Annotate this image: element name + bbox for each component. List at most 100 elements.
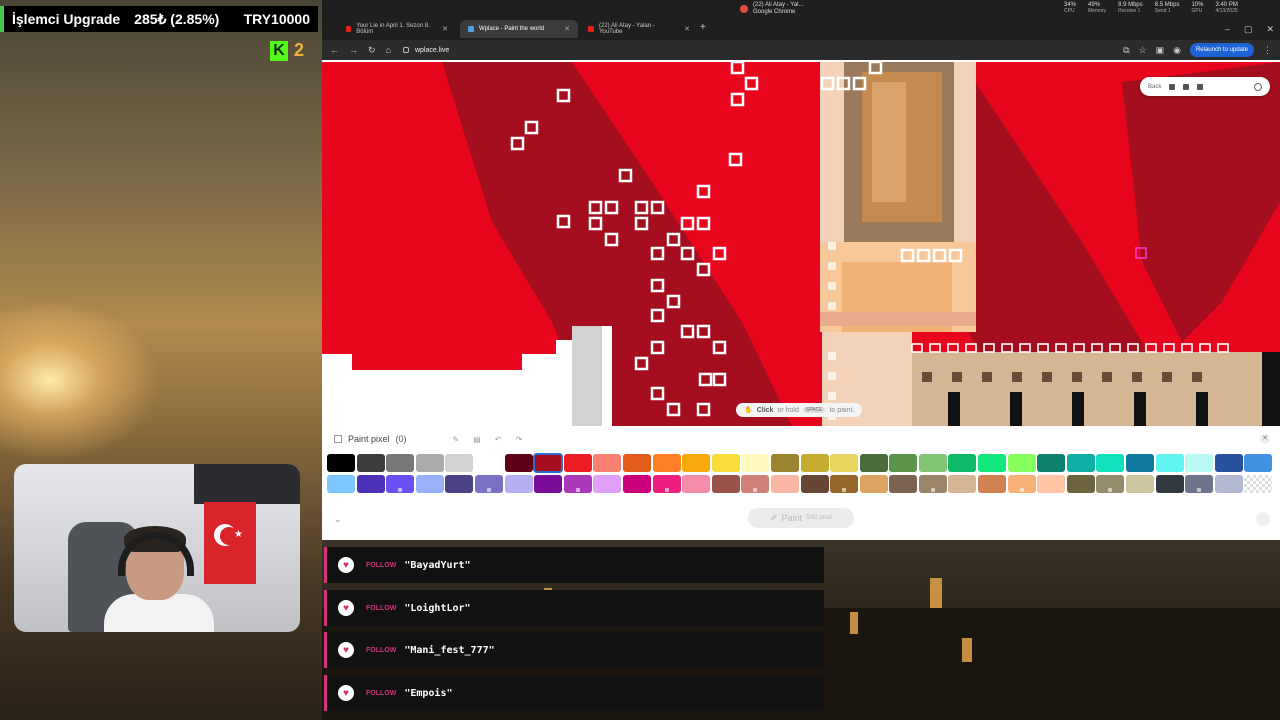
color-swatch[interactable]: [711, 475, 740, 493]
color-swatch[interactable]: [741, 475, 770, 493]
maximize-icon[interactable]: ▢: [1244, 24, 1253, 35]
forward-arrow-icon[interactable]: →: [349, 45, 358, 56]
color-swatch[interactable]: [1155, 454, 1184, 472]
close-icon[interactable]: ✕: [442, 25, 448, 33]
color-swatch[interactable]: [1244, 454, 1273, 472]
color-swatch[interactable]: [386, 475, 415, 493]
settings-icon[interactable]: [1256, 512, 1270, 526]
color-swatch[interactable]: [1214, 454, 1243, 472]
color-swatch[interactable]: [504, 454, 533, 472]
color-swatch[interactable]: [1155, 475, 1184, 493]
palette-icon[interactable]: [1254, 82, 1262, 91]
color-swatch[interactable]: [770, 475, 799, 493]
color-swatch[interactable]: [1244, 475, 1273, 493]
color-swatch[interactable]: [711, 454, 740, 472]
color-swatch[interactable]: [445, 454, 474, 472]
color-swatch[interactable]: [800, 454, 829, 472]
color-swatch[interactable]: [474, 475, 503, 493]
address-bar[interactable]: wplace.live: [402, 47, 449, 54]
color-swatch[interactable]: [386, 454, 415, 472]
color-swatch[interactable]: [1037, 475, 1066, 493]
color-swatch[interactable]: [474, 454, 503, 472]
color-swatch[interactable]: [948, 454, 977, 472]
color-swatch[interactable]: [327, 454, 355, 472]
color-swatch[interactable]: [1126, 454, 1155, 472]
close-panel-icon[interactable]: ✕: [1260, 434, 1270, 444]
color-swatch[interactable]: [1007, 475, 1036, 493]
color-swatch[interactable]: [682, 454, 711, 472]
translate-icon[interactable]: ⧉: [1123, 45, 1129, 56]
profile-icon[interactable]: ◉: [1173, 45, 1181, 56]
bookmark-star-icon[interactable]: ☆: [1139, 45, 1147, 56]
color-swatch[interactable]: [1066, 475, 1095, 493]
menu-icon[interactable]: ⋮: [1263, 45, 1272, 56]
color-swatch[interactable]: [534, 475, 563, 493]
color-swatch[interactable]: [356, 454, 385, 472]
color-swatch[interactable]: [652, 454, 681, 472]
color-swatch[interactable]: [1096, 475, 1125, 493]
color-swatch[interactable]: [859, 475, 888, 493]
edit-icon[interactable]: [1197, 83, 1204, 90]
pixel-canvas[interactable]: Back ✋ Click or hold SPACE to paint.: [322, 62, 1280, 426]
color-swatch[interactable]: [415, 475, 444, 493]
color-swatch[interactable]: [859, 454, 888, 472]
color-swatch[interactable]: [830, 475, 859, 493]
color-swatch[interactable]: [563, 454, 592, 472]
site-info-icon[interactable]: [402, 47, 409, 53]
reload-icon[interactable]: ↻: [368, 45, 376, 56]
tab-ali-atay-yalan[interactable]: (22) Ali Atay - Yalan - YouTube ✕: [580, 20, 698, 38]
color-swatch[interactable]: [1185, 454, 1214, 472]
color-swatch[interactable]: [1037, 454, 1066, 472]
expand-icon[interactable]: [334, 435, 342, 443]
redo-icon[interactable]: ↷: [516, 435, 523, 444]
color-swatch[interactable]: [1096, 454, 1125, 472]
home-icon[interactable]: ⌂: [386, 45, 391, 56]
collapse-icon[interactable]: ⌄: [334, 514, 342, 525]
eraser-icon[interactable]: ▤: [473, 435, 481, 444]
extensions-icon[interactable]: ▣: [1156, 45, 1165, 56]
tab-your-lie-in-april[interactable]: Your Lie in April 1. Sezon 8. Bölüm ✕: [338, 20, 456, 38]
square-icon[interactable]: [1183, 83, 1190, 90]
color-swatch[interactable]: [504, 475, 533, 493]
color-swatch[interactable]: [918, 454, 947, 472]
pencil-icon[interactable]: ✎: [453, 435, 460, 444]
minimize-icon[interactable]: –: [1225, 24, 1230, 35]
color-swatch[interactable]: [415, 454, 444, 472]
color-swatch[interactable]: [770, 454, 799, 472]
new-tab-button[interactable]: +: [700, 22, 706, 33]
color-swatch[interactable]: [356, 475, 385, 493]
back-button[interactable]: Back: [1148, 84, 1161, 90]
color-swatch[interactable]: [327, 475, 355, 493]
color-swatch[interactable]: [652, 475, 681, 493]
color-swatch[interactable]: [830, 454, 859, 472]
color-swatch[interactable]: [682, 475, 711, 493]
color-swatch[interactable]: [918, 475, 947, 493]
tab-wplace[interactable]: Wplace - Paint the world ✕: [460, 20, 578, 38]
color-swatch[interactable]: [593, 475, 622, 493]
undo-icon[interactable]: ↶: [495, 435, 502, 444]
color-swatch[interactable]: [1126, 475, 1155, 493]
color-swatch[interactable]: [889, 454, 918, 472]
close-icon[interactable]: ✕: [684, 25, 690, 33]
color-swatch[interactable]: [533, 453, 564, 473]
color-swatch[interactable]: [741, 454, 770, 472]
grid-icon[interactable]: [1169, 83, 1176, 90]
color-swatch[interactable]: [563, 475, 592, 493]
media-control[interactable]: (22) Ali Atay - Yal... Google Chrome: [740, 2, 803, 16]
relaunch-button[interactable]: Relaunch to update: [1189, 43, 1254, 57]
color-swatch[interactable]: [622, 475, 651, 493]
color-swatch[interactable]: [622, 454, 651, 472]
color-swatch[interactable]: [1007, 454, 1036, 472]
color-swatch[interactable]: [948, 475, 977, 493]
color-swatch[interactable]: [445, 475, 474, 493]
color-swatch[interactable]: [1066, 454, 1095, 472]
color-swatch[interactable]: [1214, 475, 1243, 493]
close-icon[interactable]: ✕: [564, 25, 570, 33]
color-swatch[interactable]: [889, 475, 918, 493]
color-swatch[interactable]: [978, 475, 1007, 493]
color-swatch[interactable]: [593, 454, 622, 472]
paint-button[interactable]: ✐ Paint 5/92 pixel: [748, 508, 854, 528]
color-swatch[interactable]: [1185, 475, 1214, 493]
back-arrow-icon[interactable]: ←: [330, 45, 339, 56]
color-swatch[interactable]: [800, 475, 829, 493]
